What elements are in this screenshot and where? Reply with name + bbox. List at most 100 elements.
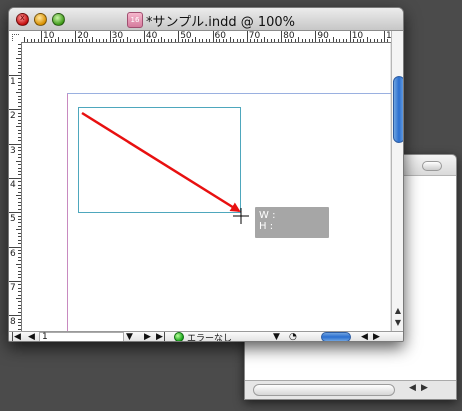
ruler-tick [370, 39, 372, 42]
ruler-tick [18, 123, 21, 125]
open-in-bridge-icon[interactable]: ◔ [289, 332, 297, 341]
zoom-button[interactable] [52, 13, 65, 26]
ruler-tick [18, 164, 21, 166]
background-horizontal-scrollbar[interactable]: ◀ ▶ [245, 380, 456, 399]
ruler-tick [229, 37, 231, 42]
ruler-tick [18, 208, 21, 210]
ruler-label: 20 [77, 31, 89, 41]
ruler-tick [18, 184, 21, 186]
preflight-status[interactable]: エラーなし [174, 332, 233, 342]
page-menu-button[interactable]: ▼ [126, 332, 133, 341]
titlebar[interactable]: x 16 *サンプル.indd @ 100% [9, 8, 403, 31]
ruler-tick [18, 325, 21, 327]
ruler-tick [18, 304, 21, 306]
ruler-tick [308, 39, 310, 42]
ruler-tick [233, 39, 235, 42]
ruler-tick [236, 39, 238, 42]
ruler-tick [58, 37, 60, 42]
ruler-tick [18, 153, 21, 155]
ruler-label: 5 [10, 214, 16, 225]
ruler-tick [198, 39, 200, 42]
preflight-menu-button[interactable]: ▼ [273, 332, 280, 341]
ruler-tick [18, 99, 21, 100]
ruler-tick [18, 321, 21, 323]
crosshair-cursor-icon [233, 208, 249, 224]
ruler-tick [37, 39, 39, 42]
ruler-tick [18, 236, 21, 238]
ruler-tick [329, 39, 331, 42]
ruler-tick [16, 126, 21, 128]
ruler-label: 3 [10, 145, 16, 156]
page-number-field[interactable]: 1 [39, 332, 124, 342]
scroll-right-arrow-icon[interactable]: ▶ [421, 383, 428, 393]
ruler-tick [18, 225, 21, 227]
scroll-left-arrow-icon[interactable]: ◀ [409, 383, 416, 393]
ruler-tick [349, 31, 351, 42]
scroll-up-arrow-icon[interactable]: ▲ [392, 305, 403, 317]
close-button[interactable]: x [16, 13, 29, 26]
ruler-label: 40 [145, 31, 158, 41]
first-page-button[interactable]: |◀ [11, 332, 21, 341]
ruler-tick [27, 39, 29, 42]
previous-page-button[interactable]: ◀ [28, 332, 35, 341]
vertical-scrollbar[interactable]: ▲ ▼ [391, 31, 403, 331]
next-page-button[interactable]: ▶ [144, 332, 151, 341]
ruler-tick [18, 68, 21, 70]
ruler-label: 10 [351, 31, 364, 41]
ruler-tick [366, 37, 368, 42]
ruler-label: 50 [180, 31, 192, 41]
ruler-tick [18, 201, 21, 203]
ruler-tick [157, 39, 159, 42]
ruler-tick [18, 78, 21, 80]
ruler-tick [277, 39, 279, 42]
ruler-tick [18, 116, 21, 118]
ruler-tick [9, 212, 21, 214]
ruler-tick [16, 92, 21, 94]
ruler-tick [71, 39, 73, 42]
ruler-tick [167, 39, 169, 42]
ruler-tick [226, 39, 228, 42]
horizontal-ruler[interactable]: 1020304050607080901013 [21, 31, 391, 43]
background-scroll-thumb[interactable] [253, 384, 395, 396]
ruler-tick [18, 249, 21, 251]
vertical-scroll-thumb[interactable] [393, 76, 403, 143]
ruler-tick [16, 263, 21, 265]
ruler-tick [65, 39, 66, 42]
ruler-tick [346, 39, 348, 42]
ruler-tick [18, 188, 21, 190]
ruler-tick [298, 37, 300, 42]
ruler-tick [18, 95, 21, 97]
ruler-tick [9, 280, 21, 282]
ruler-tick [16, 195, 21, 197]
ruler-tick [171, 39, 173, 42]
scroll-right-arrow-icon[interactable]: ▶ [373, 332, 380, 341]
ruler-label: 1 [10, 77, 16, 87]
minimize-button[interactable] [34, 13, 47, 26]
pasteboard[interactable]: W : H : [22, 43, 403, 341]
last-page-button[interactable]: ▶| [156, 332, 166, 341]
ruler-tick [174, 39, 176, 42]
ruler-tick [18, 239, 21, 241]
scroll-down-arrow-icon[interactable]: ▼ [392, 317, 403, 329]
ruler-tick [342, 39, 344, 42]
ruler-label: 7 [10, 282, 16, 293]
ruler-label: 80 [283, 31, 295, 41]
preflight-label: エラーなし [187, 334, 233, 342]
page-number-value: 1 [42, 332, 48, 342]
ruler-tick [209, 39, 211, 42]
toolbar-toggle-button[interactable] [422, 161, 442, 171]
ruler-tick [18, 311, 21, 313]
scroll-left-arrow-icon[interactable]: ◀ [361, 332, 368, 341]
ruler-tick [377, 39, 379, 42]
ruler-tick [18, 222, 21, 224]
ruler-tick [18, 243, 21, 245]
ruler-tick [18, 136, 21, 138]
ruler-tick [18, 191, 21, 193]
ruler-tick [18, 291, 21, 293]
ruler-tick [18, 328, 21, 330]
ruler-tick [18, 71, 21, 73]
vertical-ruler[interactable]: 123456789 [9, 43, 22, 331]
horizontal-scroll-thumb[interactable] [321, 332, 351, 341]
ruler-label: 2 [10, 111, 16, 122]
ruler-tick [18, 198, 21, 200]
